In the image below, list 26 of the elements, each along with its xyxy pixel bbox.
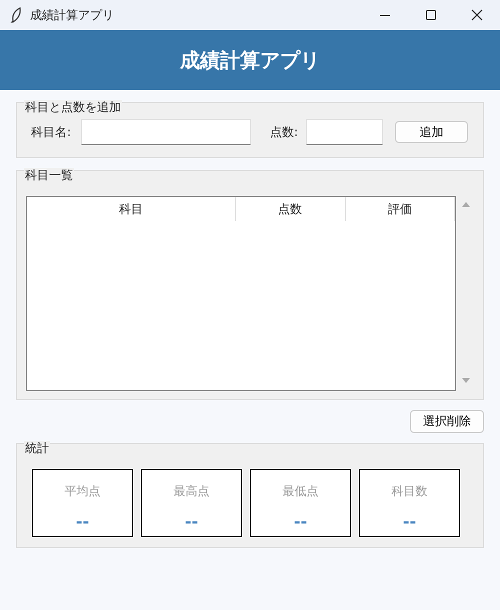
delete-selected-button[interactable]: 選択削除 <box>410 410 484 433</box>
subject-input[interactable] <box>81 119 252 145</box>
column-header[interactable]: 評価 <box>346 197 455 221</box>
stat-label: 最低点 <box>282 483 318 500</box>
scroll-down-icon[interactable] <box>461 377 471 385</box>
group-title: 統計 <box>24 441 50 455</box>
app-title: 成績計算アプリ <box>180 46 320 74</box>
group-title: 科目一覧 <box>24 168 74 182</box>
scroll-up-icon[interactable] <box>461 200 471 208</box>
stat-value: -- <box>294 512 308 531</box>
column-header[interactable]: 科目 <box>27 197 236 221</box>
stat-value: -- <box>76 512 90 531</box>
column-header[interactable]: 点数 <box>236 197 346 221</box>
stat-value: -- <box>184 512 198 531</box>
stat-value: -- <box>402 512 416 531</box>
field-label: 科目名: <box>31 124 72 140</box>
maximize-icon <box>425 9 437 21</box>
stat-label: 最高点 <box>174 483 210 500</box>
score-input[interactable] <box>306 119 384 145</box>
window-title: 成績計算アプリ <box>30 6 114 24</box>
stat-label: 平均点 <box>64 483 100 500</box>
field-label: 点数: <box>270 124 298 140</box>
group-title: 科目と点数を追加 <box>24 100 122 114</box>
add-button[interactable]: 追加 <box>395 121 468 143</box>
close-icon <box>471 9 483 21</box>
stat-label: 科目数 <box>392 483 428 500</box>
